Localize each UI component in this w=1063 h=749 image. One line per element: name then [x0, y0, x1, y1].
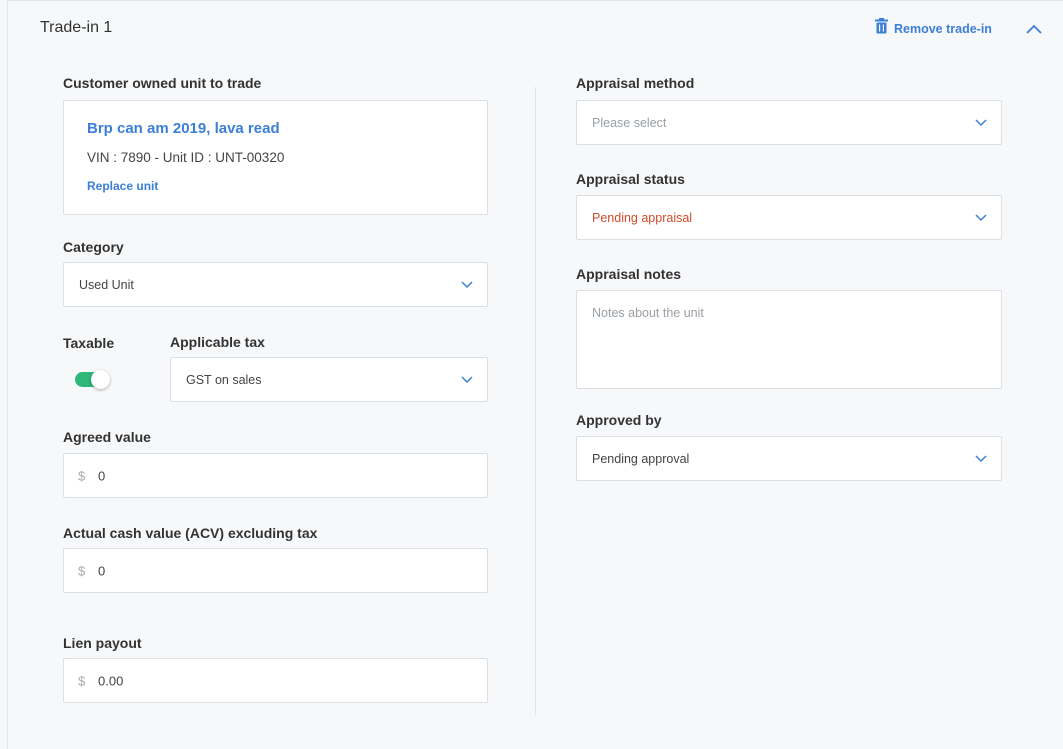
applicable-tax-label: Applicable tax — [170, 334, 265, 350]
unit-label: Customer owned unit to trade — [63, 75, 262, 91]
appraisal-notes-textarea[interactable]: Notes about the unit — [576, 290, 1002, 389]
column-divider — [535, 87, 536, 715]
appraisal-status-select[interactable]: Pending appraisal — [576, 195, 1002, 240]
lien-payout-label: Lien payout — [63, 635, 142, 651]
acv-input[interactable]: $ 0 — [63, 548, 488, 593]
appraisal-method-select[interactable]: Please select — [576, 100, 1002, 145]
currency-symbol: $ — [78, 563, 86, 578]
chevron-down-icon — [975, 450, 987, 468]
unit-name[interactable]: Brp can am 2019, lava read — [87, 120, 280, 137]
appraisal-status-label: Appraisal status — [576, 171, 685, 187]
agreed-value: 0 — [98, 468, 106, 483]
taxable-toggle[interactable] — [75, 370, 110, 389]
acv-value: 0 — [98, 563, 106, 578]
remove-trade-in-button[interactable]: Remove trade-in — [875, 18, 992, 39]
chevron-down-icon — [975, 209, 987, 227]
remove-trade-in-label: Remove trade-in — [894, 21, 992, 36]
lien-payout-value: 0.00 — [98, 673, 124, 688]
approved-by-value: Pending approval — [592, 451, 690, 466]
agreed-value-input[interactable]: $ 0 — [63, 453, 488, 498]
appraisal-status-value: Pending appraisal — [592, 210, 693, 225]
unit-vin: VIN : 7890 - Unit ID : UNT-00320 — [87, 150, 285, 165]
currency-symbol: $ — [78, 468, 86, 483]
chevron-up-icon[interactable] — [1026, 21, 1042, 39]
appraisal-method-placeholder: Please select — [592, 115, 667, 130]
trade-in-panel: Trade-in 1 Remove trade-in Customer owne… — [7, 0, 1063, 749]
panel-title: Trade-in 1 — [40, 19, 113, 36]
approved-by-select[interactable]: Pending approval — [576, 436, 1002, 481]
taxable-label: Taxable — [63, 335, 115, 351]
currency-symbol: $ — [78, 673, 86, 688]
applicable-tax-value: GST on sales — [186, 372, 262, 387]
lien-payout-input[interactable]: $ 0.00 — [63, 658, 488, 703]
applicable-tax-select[interactable]: GST on sales — [170, 357, 488, 402]
category-label: Category — [63, 239, 124, 255]
agreed-value-label: Agreed value — [63, 429, 151, 445]
approved-by-label: Approved by — [576, 412, 662, 428]
chevron-down-icon — [461, 371, 473, 389]
unit-card: Brp can am 2019, lava read VIN : 7890 - … — [63, 100, 488, 215]
appraisal-notes-label: Appraisal notes — [576, 266, 682, 282]
category-value: Used Unit — [79, 277, 134, 292]
toggle-knob — [91, 370, 110, 389]
category-select[interactable]: Used Unit — [63, 262, 488, 307]
replace-unit-link[interactable]: Replace unit — [87, 179, 158, 193]
appraisal-method-label: Appraisal method — [576, 75, 695, 91]
appraisal-notes-placeholder: Notes about the unit — [592, 306, 704, 320]
trash-icon — [875, 18, 888, 39]
acv-label: Actual cash value (ACV) excluding tax — [63, 525, 318, 541]
chevron-down-icon — [461, 276, 473, 294]
chevron-down-icon — [975, 114, 987, 132]
